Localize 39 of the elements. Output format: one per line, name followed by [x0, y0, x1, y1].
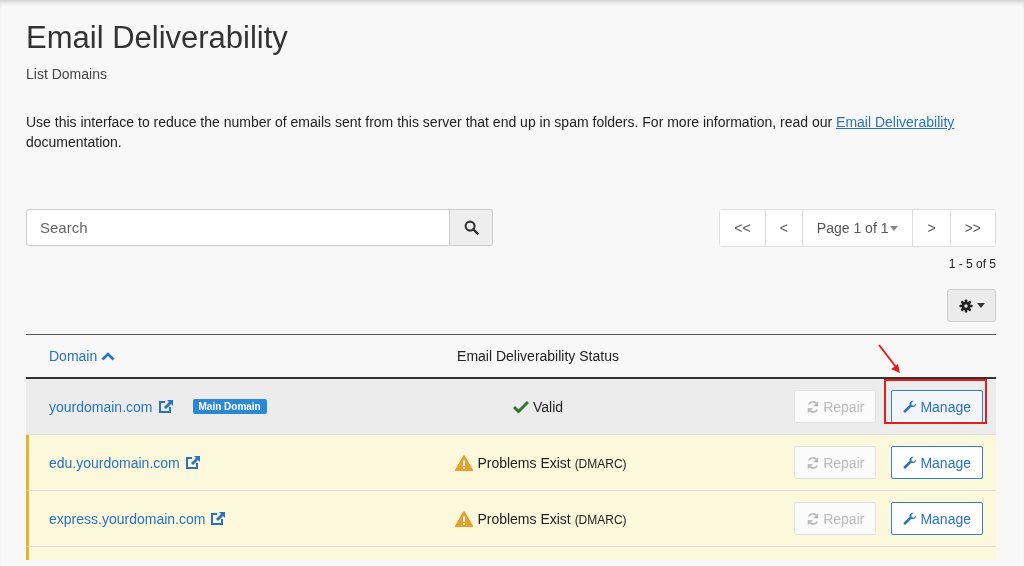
external-link-icon [157, 399, 174, 414]
external-link-icon [184, 455, 201, 470]
domain-link[interactable]: express.yourdomain.com [49, 510, 206, 527]
wrench-icon [903, 511, 918, 526]
pointer-arrow [878, 344, 902, 374]
sort-up-icon [101, 351, 116, 361]
search-icon [463, 220, 479, 235]
domain-link[interactable]: yourdomain.com [49, 398, 153, 415]
status-text: Problems Exist (DMARC) [477, 454, 627, 471]
wrench-icon [903, 455, 918, 470]
refresh-icon [806, 399, 821, 414]
manage-button[interactable]: Manage [891, 446, 983, 479]
main-domain-badge: Main Domain [192, 399, 267, 414]
caret-icon [890, 225, 899, 231]
search-field[interactable]: Search [26, 209, 450, 246]
status-text: Problems Exist (DMARC) [477, 510, 627, 527]
warning-icon [455, 510, 474, 527]
page-subtitle: List Domains [26, 66, 107, 82]
wrench-icon [903, 399, 918, 414]
manage-button[interactable]: Manage [891, 390, 983, 423]
column-header: Email Deliverability Status [457, 348, 619, 364]
settings-button[interactable] [947, 289, 996, 322]
status-text: Valid [532, 398, 564, 415]
page-title: Email Deliverability [26, 20, 288, 56]
caret-icon [976, 303, 985, 308]
search-button[interactable] [450, 209, 493, 246]
refresh-icon [806, 511, 821, 526]
documentation-link[interactable]: Email Deliverability [836, 114, 955, 130]
last-page-button[interactable]: >> [949, 210, 995, 246]
column-header[interactable]: Domain [26, 348, 116, 364]
warning-icon [455, 454, 474, 471]
manage-button[interactable]: Manage [891, 502, 983, 535]
refresh-icon [806, 455, 821, 470]
domain-link[interactable]: edu.yourdomain.com [49, 454, 180, 471]
intro-text: Use this interface to reduce the number of emails sent from this server that end up in spam folders. For more information, read our Email Deliverability documentation. [26, 113, 956, 152]
external-link-icon [210, 511, 227, 526]
gear-icon [958, 298, 973, 313]
results-count: 1 - 5 of 5 [948, 257, 996, 271]
check-icon [512, 400, 529, 413]
